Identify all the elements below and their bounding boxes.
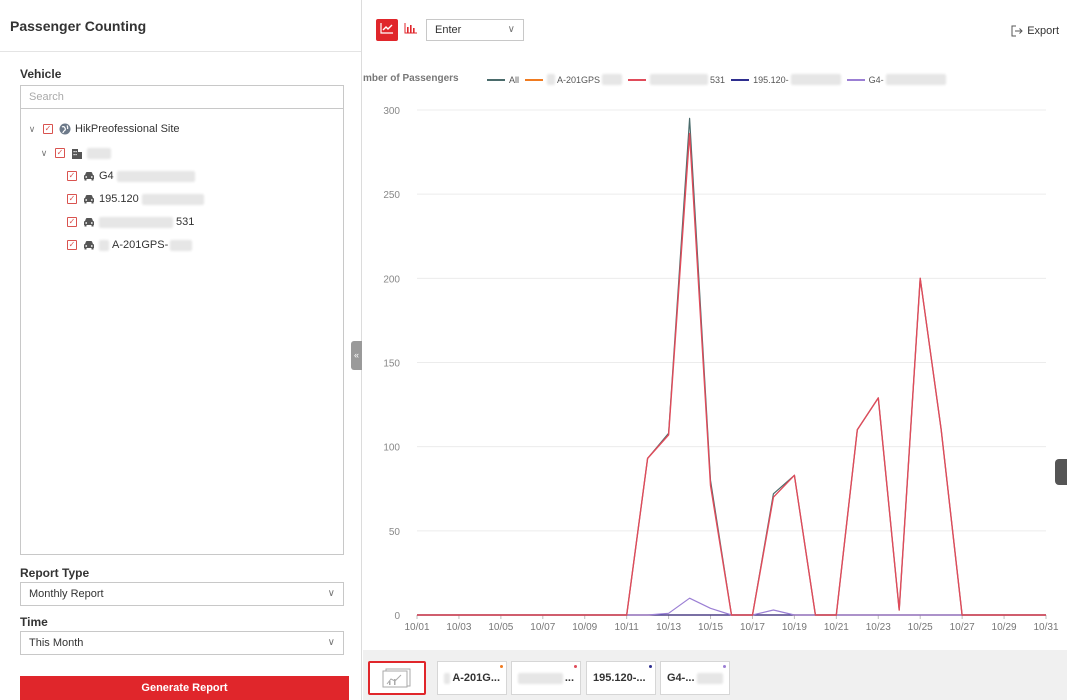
y-tick-label: 200 [383, 274, 400, 285]
site-checkbox[interactable]: ✓ [43, 124, 53, 134]
vehicle-checkbox[interactable]: ✓ [67, 194, 77, 204]
tree-area-row[interactable]: ∨ ✓ [39, 144, 111, 162]
y-tick-label: 300 [383, 106, 400, 117]
x-tick-label: 10/01 [404, 622, 429, 633]
vehicle-tree: ∨ ✓ HikPreofessional Site ∨ ✓ ✓ G4 ✓ 195… [20, 109, 344, 555]
vehicle-tab[interactable]: G4-... [660, 661, 730, 695]
vehicle-label: 195.120 [99, 193, 139, 205]
area-name-redacted [87, 147, 111, 159]
tree-vehicle-row[interactable]: ✓ 195.120 [67, 190, 204, 208]
tab-label: A-201G... [452, 672, 500, 684]
x-tick-label: 10/05 [488, 622, 513, 633]
series-line-all [417, 117, 1046, 616]
car-icon [83, 239, 95, 251]
x-tick-label: 10/17 [740, 622, 765, 633]
x-tick-label: 10/03 [446, 622, 471, 633]
tab-redacted [444, 672, 451, 684]
series-dot [574, 665, 577, 668]
report-type-label: Report Type [20, 566, 90, 580]
building-icon [71, 147, 83, 159]
chevron-down-icon[interactable]: ∨ [27, 124, 37, 134]
series-dot [649, 665, 652, 668]
time-value: This Month [29, 637, 84, 649]
vehicle-tab[interactable]: 195.120-... [586, 661, 656, 695]
tree-vehicle-row[interactable]: ✓ 531 [67, 213, 194, 231]
globe-icon [59, 123, 71, 135]
generate-report-button[interactable]: Generate Report [20, 676, 349, 700]
x-tick-label: 10/23 [866, 622, 891, 633]
chevron-down-icon: ∨ [327, 637, 335, 648]
tab-label: G4-... [667, 672, 695, 684]
car-icon [83, 170, 95, 182]
report-type-select[interactable]: Monthly Report ∨ [20, 582, 344, 606]
x-tick-label: 10/19 [782, 622, 807, 633]
tab-label: ... [564, 672, 574, 684]
vehicle-tab[interactable]: A-201G... [437, 661, 507, 695]
left-panel: Passenger Counting Vehicle Search ∨ ✓ Hi… [0, 0, 362, 700]
vehicle-label: 531 [176, 216, 195, 228]
tab-redacted [696, 672, 723, 684]
x-tick-label: 10/29 [992, 622, 1017, 633]
x-tick-label: 10/21 [824, 622, 849, 633]
x-tick-label: 10/09 [572, 622, 597, 633]
area-checkbox[interactable]: ✓ [55, 148, 65, 158]
vehicle-name-redacted [170, 239, 193, 251]
y-tick-label: 150 [383, 359, 400, 370]
tree-vehicle-row[interactable]: ✓ G4 [67, 167, 195, 185]
series-dot [500, 665, 503, 668]
y-tick-label: 100 [383, 443, 400, 454]
passenger-line-chart: 0 50 100 150 200 250 300 10/01 10/03 10/05 10/07 10… [383, 106, 1059, 633]
time-label: Time [20, 615, 48, 629]
chevron-down-icon[interactable]: ∨ [39, 148, 49, 158]
tab-redacted [518, 672, 563, 684]
x-tick-label: 10/13 [656, 622, 681, 633]
vehicle-checkbox[interactable]: ✓ [67, 240, 77, 250]
x-tick-label: 10/07 [530, 622, 555, 633]
report-area: Enter ∨ Export mber of Passengers All A-… [363, 0, 1067, 700]
x-tick-label: 10/27 [950, 622, 975, 633]
vehicle-label: Vehicle [20, 67, 62, 81]
side-panel-handle[interactable] [1055, 459, 1067, 485]
tree-site-row[interactable]: ∨ ✓ HikPreofessional Site [27, 120, 180, 138]
y-tick-label: 250 [383, 190, 400, 201]
series-line-531 [417, 132, 1046, 616]
overview-tab[interactable] [368, 661, 426, 695]
y-tick-label: 0 [394, 611, 400, 622]
vehicle-label: A-201GPS- [112, 239, 169, 251]
series-dot [723, 665, 726, 668]
x-tick-label: 10/15 [698, 622, 723, 633]
site-label: HikPreofessional Site [75, 123, 180, 135]
time-select[interactable]: This Month ∨ [20, 631, 344, 655]
x-tick-label: 10/25 [908, 622, 933, 633]
x-tick-label: 10/11 [615, 622, 640, 633]
car-icon [83, 193, 95, 205]
vehicle-name-redacted [99, 216, 173, 228]
car-icon [83, 216, 95, 228]
panel-title: Passenger Counting [0, 0, 361, 52]
collapse-panel-handle[interactable]: « [351, 341, 362, 370]
tree-vehicle-row[interactable]: ✓ A-201GPS- [67, 236, 193, 254]
report-type-value: Monthly Report [29, 588, 104, 600]
search-input[interactable]: Search [20, 85, 344, 109]
x-tick-label: 10/31 [1033, 622, 1058, 633]
vehicle-name-redacted [141, 193, 204, 205]
vehicle-label: G4 [99, 170, 114, 182]
vehicle-tab[interactable]: ... [511, 661, 581, 695]
chevron-down-icon: ∨ [327, 588, 335, 599]
vehicle-checkbox[interactable]: ✓ [67, 171, 77, 181]
chart-thumbnail-icon [382, 668, 411, 688]
vehicle-checkbox[interactable]: ✓ [67, 217, 77, 227]
vehicle-name-redacted [99, 239, 109, 251]
tab-label: 195.120-... [593, 672, 646, 684]
vehicle-name-redacted [116, 170, 195, 182]
y-tick-label: 50 [389, 527, 401, 538]
app-root: Passenger Counting Vehicle Search ∨ ✓ Hi… [0, 0, 1067, 700]
